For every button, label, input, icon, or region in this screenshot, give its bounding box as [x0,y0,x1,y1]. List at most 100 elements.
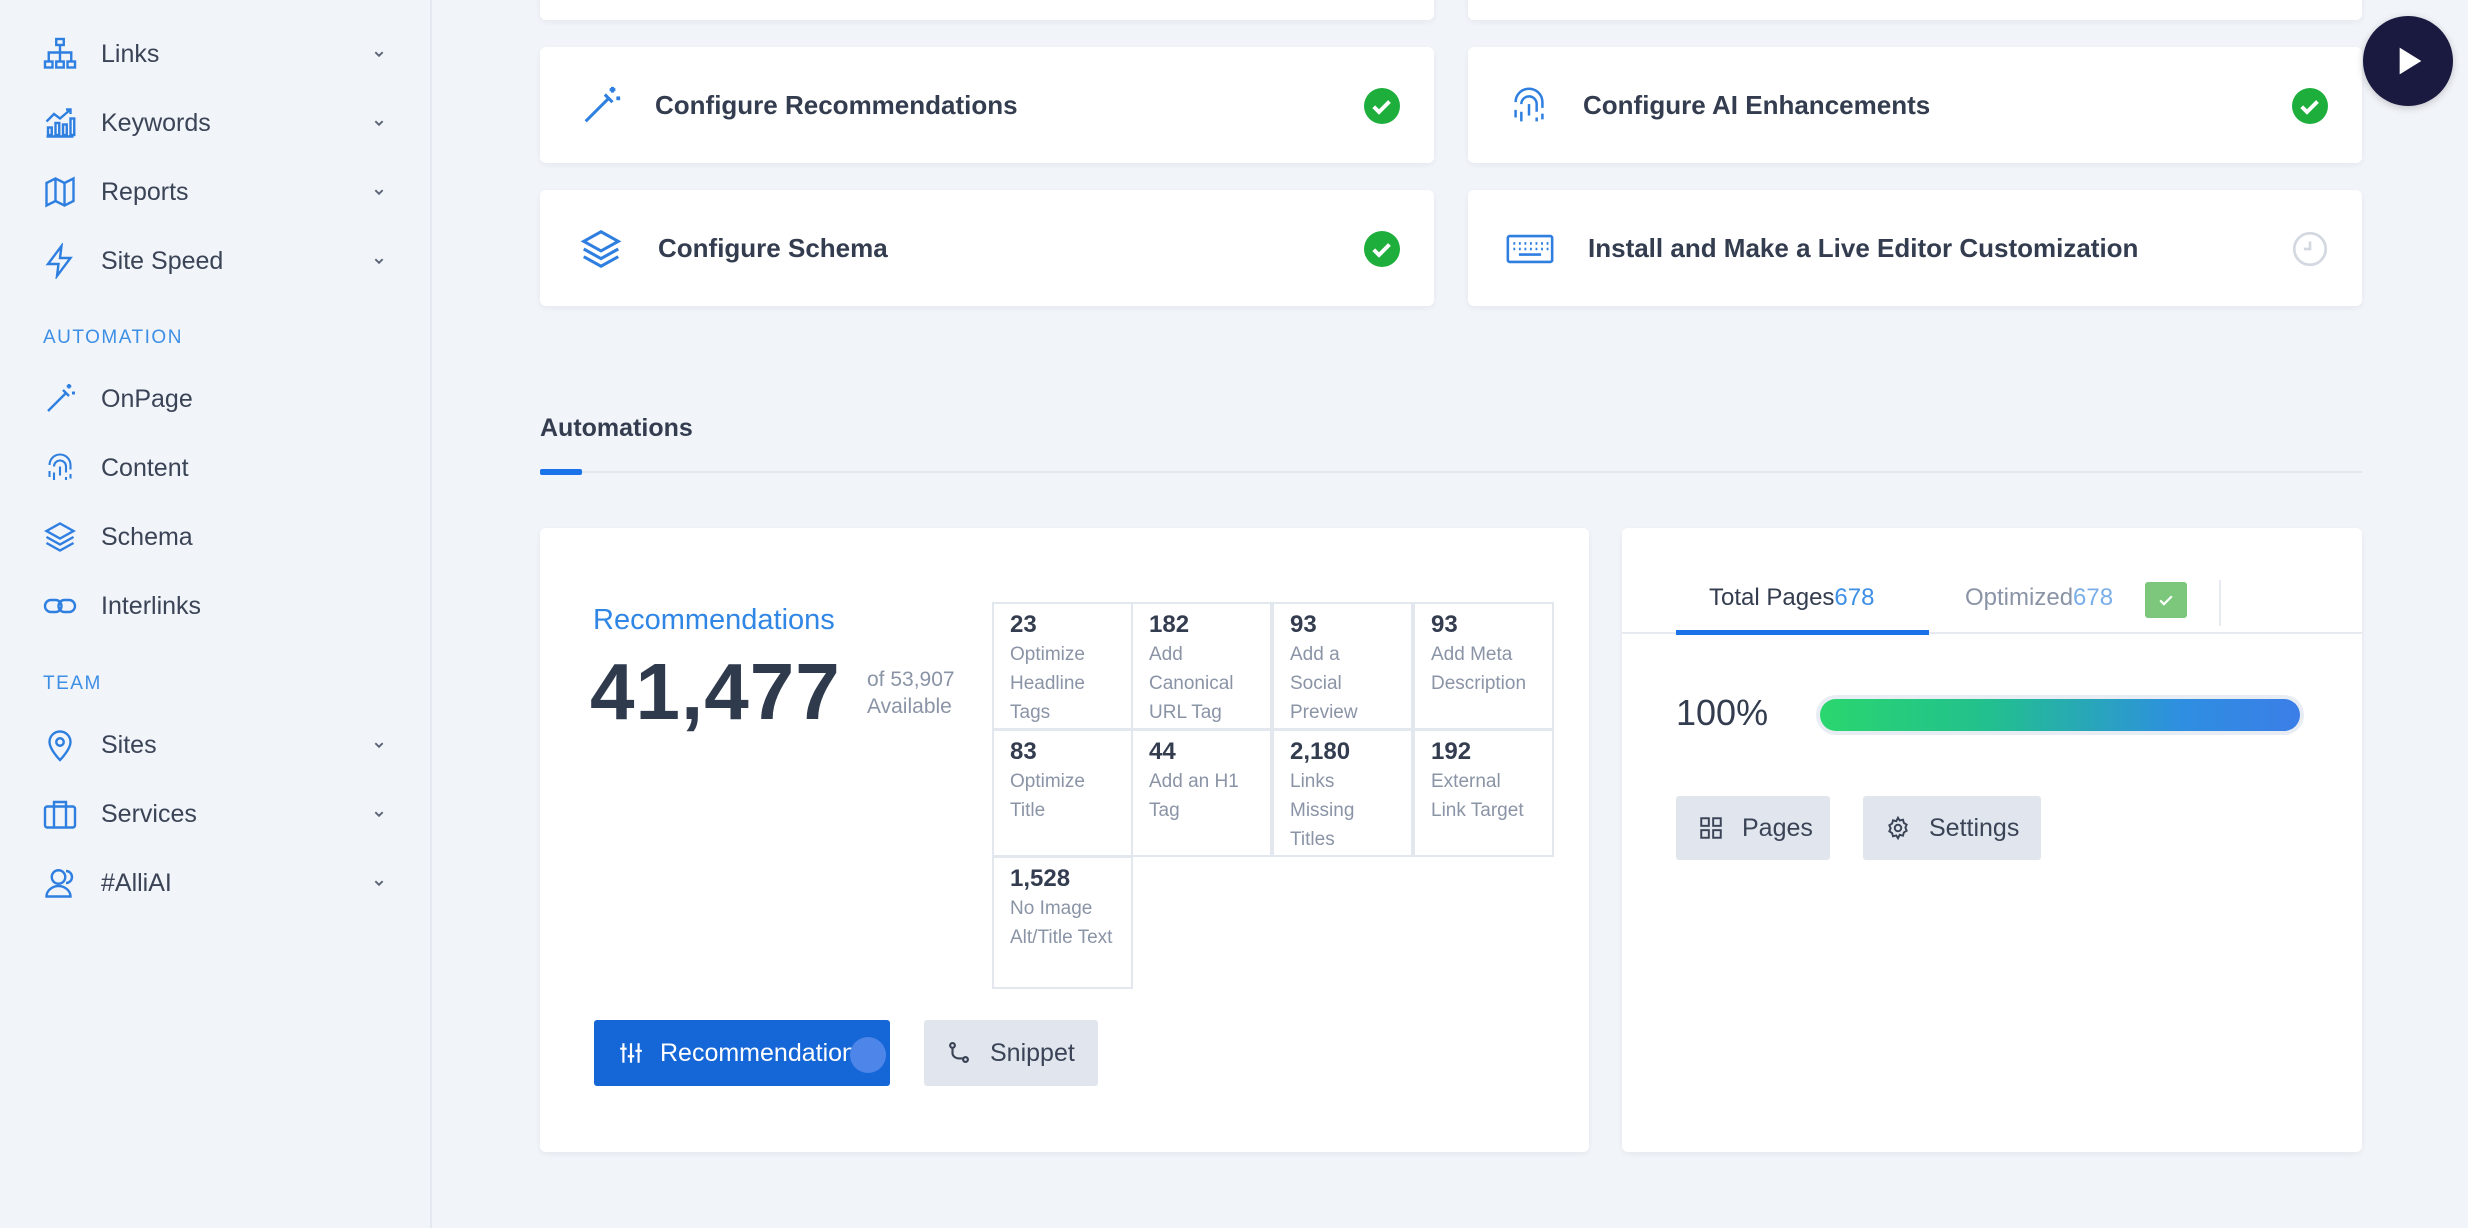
recommendation-cell[interactable]: 192 External Link Target [1413,729,1554,857]
recommendation-label: Add a Social Preview [1290,644,1358,723]
recommendation-cell[interactable]: 23 Optimize Headline Tags [992,602,1133,730]
tab-optimized[interactable]: Optimized678 [1965,584,2113,612]
snippet-button[interactable]: Snippet [924,1020,1098,1086]
task-title: Install and Make a Live Editor Customiza… [1588,232,2139,263]
tab-total-pages-label: Total Pages [1709,584,1835,611]
recommendation-count: 44 [1149,738,1176,765]
sidebar-item-sites[interactable]: Sites [40,717,390,773]
tab-optimized-count: 678 [2073,584,2114,611]
recommendations-button[interactable]: Recommendations [594,1020,890,1086]
briefcase-icon [40,794,80,834]
user-group-icon [40,863,80,903]
sidebar: Links Keywords Reports Site Speed AUTOMA… [0,0,432,1228]
check-circle-icon [1364,88,1400,124]
sidebar-item-reports[interactable]: Reports [40,164,390,220]
bolt-icon [40,241,80,281]
recommendation-cell[interactable]: 1,528 No Image Alt/Title Text [992,856,1133,989]
sliders-icon [620,1043,642,1063]
gear-icon [1888,815,1908,841]
chevron-down-icon[interactable] [368,803,390,825]
recommendations-total: of 53,907 Available [867,666,955,720]
sidebar-item-label: OnPage [101,384,193,413]
pages-button-label: Pages [1742,813,1813,842]
task-card-configure-ai-enhancements[interactable]: Configure AI Enhancements [1468,47,2362,163]
sidebar-item-label: Schema [101,522,193,551]
sidebar-item-label: Keywords [101,108,211,137]
recommendation-label: Optimize Title [1010,771,1085,821]
task-card-previous [1468,0,2362,20]
task-card-configure-schema[interactable]: Configure Schema [540,190,1434,306]
recommendation-count: 192 [1431,738,1472,765]
task-card-live-editor[interactable]: Install and Make a Live Editor Customiza… [1468,190,2362,306]
tab-total-pages[interactable]: Total Pages678 [1709,584,1874,612]
sidebar-item-onpage[interactable]: OnPage [40,371,390,427]
check-icon [2159,595,2173,606]
optimized-percent: 100% [1676,692,1769,733]
task-card-previous [540,0,1434,20]
recommendation-cell[interactable]: 2,180 Links Missing Titles [1272,729,1413,857]
recommendation-cell[interactable]: 93 Add a Social Preview [1272,602,1413,730]
sidebar-item-label: Interlinks [101,591,202,620]
task-card-configure-recommendations[interactable]: Configure Recommendations [540,47,1434,163]
tab-automations[interactable]: Automations [540,414,693,443]
sidebar-item-label: Sites [101,730,157,759]
recommendation-cell[interactable]: 44 Add an H1 Tag [1131,729,1272,857]
chevron-down-icon[interactable] [368,734,390,756]
optimized-badge [2145,582,2187,618]
settings-button-label: Settings [1929,813,2020,842]
keyboard-icon [1506,234,1554,264]
recommendation-count: 93 [1431,611,1458,638]
sitemap-icon [40,34,80,74]
recommendation-cell[interactable]: 93 Add Meta Description [1413,602,1554,730]
sidebar-item-schema[interactable]: Schema [40,509,390,565]
chevron-down-icon[interactable] [368,872,390,894]
chevron-down-icon[interactable] [368,181,390,203]
snippet-button-label: Snippet [990,1038,1075,1067]
sidebar-item-site-speed[interactable]: Site Speed [40,233,390,289]
recommendation-count: 1,528 [1010,865,1071,892]
recommendation-count: 23 [1010,611,1037,638]
recommendation-label: No Image Alt/Title Text [1010,898,1113,948]
sidebar-item-label: #AlliAI [101,868,172,897]
recommendation-count: 93 [1290,611,1317,638]
recommendation-label: Add Meta Description [1431,644,1527,694]
sidebar-item-label: Site Speed [101,246,224,275]
section-title-team: TEAM [43,673,102,694]
recommendation-label: Add Canonical URL Tag [1149,644,1234,723]
recommendation-cell[interactable]: 182 Add Canonical URL Tag [1131,602,1272,730]
progress-bar [1816,695,2304,735]
layers-icon [580,229,622,269]
link-icon [40,586,80,626]
map-pin-icon [40,725,80,765]
tab-separator [2219,580,2221,626]
chevron-down-icon[interactable] [368,250,390,272]
check-circle-icon [1364,231,1400,267]
chart-line-icon [40,103,80,143]
chevron-down-icon[interactable] [368,112,390,134]
sidebar-item-label: Links [101,39,160,68]
recommendation-cell[interactable]: 83 Optimize Title [992,729,1133,857]
tab-divider [540,471,2362,473]
recommendation-label: Links Missing Titles [1290,771,1355,850]
sidebar-item-services[interactable]: Services [40,786,390,842]
sidebar-item-keywords[interactable]: Keywords [40,95,390,151]
recommendation-count: 83 [1010,738,1037,765]
sidebar-item-links[interactable]: Links [40,26,390,82]
recommendations-count: 41,477 [590,647,841,736]
sidebar-item-label: Content [101,453,189,482]
chevron-down-icon[interactable] [368,43,390,65]
recommendation-label: Optimize Headline Tags [1010,644,1085,723]
pages-button[interactable]: Pages [1676,796,1830,860]
layers-icon [40,517,80,557]
play-button[interactable] [2363,16,2453,106]
sidebar-item-alliai[interactable]: #AlliAI [40,855,390,911]
recommendations-title[interactable]: Recommendations [593,604,835,637]
task-title: Configure Recommendations [655,89,1018,120]
magic-wand-icon [584,86,621,123]
sidebar-item-label: Reports [101,177,189,206]
task-title: Configure Schema [658,232,888,263]
settings-button[interactable]: Settings [1863,796,2041,860]
tab-active-indicator [1676,630,1929,635]
sidebar-item-content[interactable]: Content [40,440,390,496]
sidebar-item-interlinks[interactable]: Interlinks [40,578,390,634]
